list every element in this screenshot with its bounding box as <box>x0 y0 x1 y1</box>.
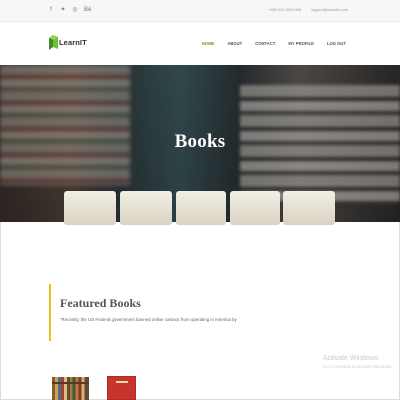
book-cover[interactable] <box>107 376 136 400</box>
nav-home[interactable]: HOME <box>202 41 215 46</box>
nav-my-profile[interactable]: MY PROFILE <box>288 41 314 46</box>
activate-windows-watermark: Activate Windows Go to Settings to activ… <box>323 355 392 369</box>
phone-number[interactable]: +880 012 3654 896 <box>268 8 301 12</box>
twitter-icon[interactable]: ✦ <box>60 6 66 14</box>
nav-log-out[interactable]: LOG OUT <box>327 41 346 46</box>
social-links: f ✦ ◎ Bė <box>48 6 91 14</box>
letter-cube <box>283 191 335 225</box>
instagram-icon[interactable]: ◎ <box>72 6 78 14</box>
nav-about[interactable]: ABOUT <box>227 41 242 46</box>
brand-name: LearnIT <box>59 37 87 47</box>
facebook-icon[interactable]: f <box>48 6 54 14</box>
letter-cube <box>64 191 116 225</box>
book-cover[interactable] <box>52 377 89 400</box>
nav-contact[interactable]: CONTACT <box>255 41 275 46</box>
section-heading: Featured Books <box>60 296 141 310</box>
main-nav: HOME ABOUT CONTACT MY PROFILE LOG OUT <box>202 41 346 46</box>
site-header: LearnIT HOME ABOUT CONTACT MY PROFILE LO… <box>0 22 400 65</box>
letter-cube <box>120 191 172 225</box>
top-bar: f ✦ ◎ Bė +880 012 3654 896 support@color… <box>0 0 400 22</box>
email-address[interactable]: support@colorlib.com <box>311 8 348 12</box>
book-logo-icon <box>49 34 58 50</box>
watermark-subtitle: Go to Settings to activate Windows. <box>323 364 393 369</box>
letter-cube <box>230 191 280 225</box>
behance-icon[interactable]: Bė <box>84 6 91 14</box>
watermark-title: Activate Windows <box>323 355 379 362</box>
featured-books-section: Featured Books "Recently, the US Federal… <box>49 284 237 341</box>
page-title: Books <box>174 131 226 152</box>
site-logo[interactable]: LearnIT <box>49 34 87 50</box>
contact-info: +880 012 3654 896 support@colorlib.com <box>268 8 348 12</box>
section-description: "Recently, the US Federal government ban… <box>60 317 237 322</box>
letter-cube <box>176 191 226 225</box>
